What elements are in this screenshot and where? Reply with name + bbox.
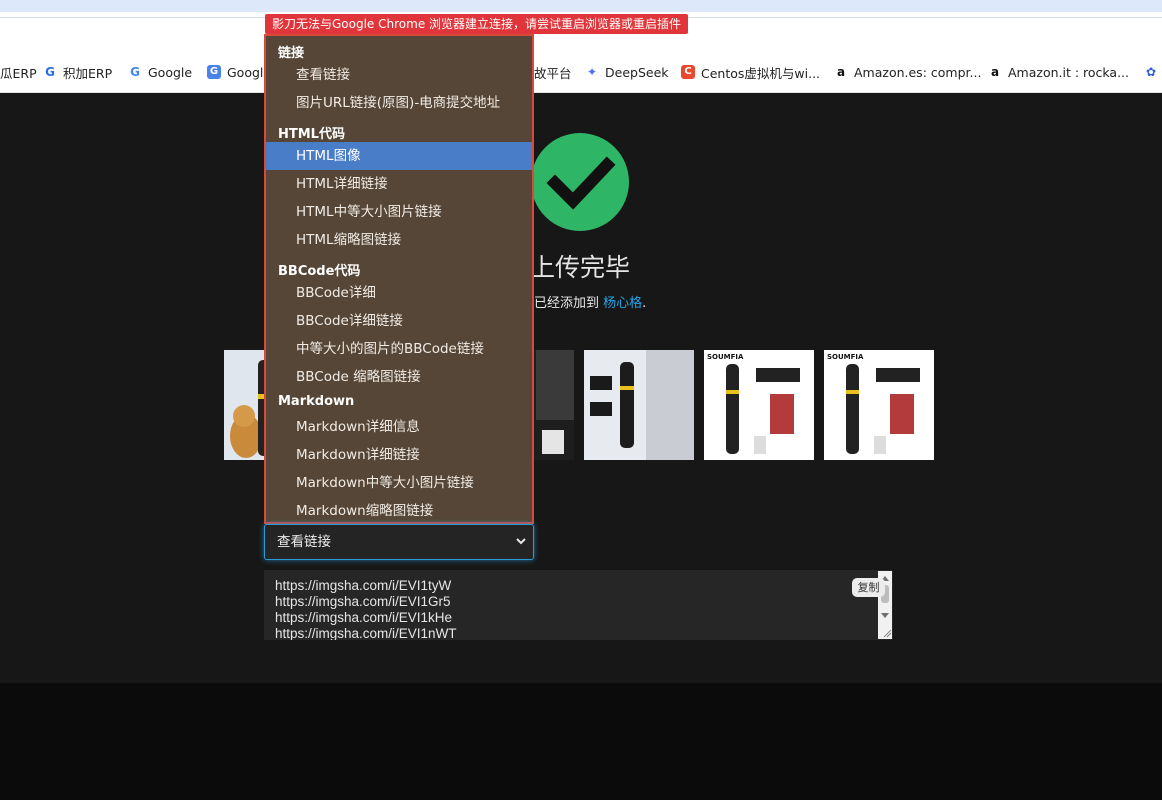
paw-icon: ✿ [1145,65,1157,79]
google-icon: G [130,65,140,79]
bookmark-google[interactable]: G Google [128,63,192,81]
tab-strip-band [0,0,1162,12]
success-check-icon [531,133,629,231]
option-html-full-link[interactable]: HTML详细链接 [266,170,532,198]
bookmark-label: Googl [227,64,264,80]
amazon-icon: a [836,65,846,79]
google-translate-icon: G [207,65,221,79]
bookmark-google-translate[interactable]: G Googl [207,63,263,81]
option-markdown-full[interactable]: Markdown详细信息 [266,413,532,441]
optgroup-links: 链接 [278,46,305,61]
option-html-medium-link[interactable]: HTML中等大小图片链接 [266,198,532,226]
optgroup-markdown: Markdown [278,394,355,409]
option-bbcode-medium-link[interactable]: 中等大小的图片的BBCode链接 [266,335,532,363]
link-line: https://imgsha.com/i/EVI1tyW [275,578,452,593]
option-html-thumb-link[interactable]: HTML缩略图链接 [266,226,532,254]
option-markdown-full-link[interactable]: Markdown详细链接 [266,441,532,469]
bookmark-erp[interactable]: 瓜ERP [0,63,37,81]
thumbnail-brand-label: SOUMFIA [707,353,744,361]
embed-code-select[interactable]: 查看链接 [264,524,534,560]
product-photo-kit [704,350,814,460]
link-line: https://imgsha.com/i/EVI1kHe [275,610,453,625]
bookmark-platform[interactable]: 故平台 [534,63,572,81]
bookmark-label: 故平台 [534,65,572,81]
added-suffix: . [642,296,647,311]
bookmark-label: Amazon.it : rocka... [1008,64,1130,80]
album-link[interactable]: 杨心格 [603,296,642,311]
option-markdown-medium-link[interactable]: Markdown中等大小图片链接 [266,469,532,497]
bookmark-overflow[interactable]: ✿ [1144,63,1162,81]
amazon-icon: a [990,65,1000,79]
link-line: https://imgsha.com/i/EVI1nWT [275,626,457,640]
bookmark-jijia[interactable]: G 积加ERP [43,63,112,81]
option-view-links[interactable]: 查看链接 [266,61,532,89]
centos-icon: C [681,65,695,79]
bookmark-label: Amazon.es: compr... [854,64,982,80]
page-footer-area [0,683,1162,800]
optgroup-html: HTML代码 [278,127,345,142]
bookmark-label: 瓜ERP [0,65,37,81]
deepseek-icon: ✦ [586,65,598,79]
optgroup-bbcode: BBCode代码 [278,264,361,279]
jijia-icon: G [45,65,55,79]
thumbnail-3[interactable] [584,350,694,460]
extension-error-tooltip: 影刀无法与Google Chrome 浏览器建立连接，请尝试重启浏览器或重启插件 [265,14,689,34]
links-textarea[interactable]: https://imgsha.com/i/EVI1tyW https://img… [264,570,893,640]
option-markdown-thumb-link[interactable]: Markdown缩略图链接 [266,497,532,525]
thumbnail-5[interactable]: SOUMFIA [824,350,934,460]
bookmarks-bar: 瓜ERP G 积加ERP G Google G Googl 故平台 ✦ DeepSeek… [0,52,1162,93]
thumbnail-4[interactable]: SOUMFIA [704,350,814,460]
bookmark-centos[interactable]: C Centos虚拟机与wi... [681,63,820,81]
option-html-image[interactable]: HTML图像 [266,142,532,170]
option-bbcode-full-link[interactable]: BBCode详细链接 [266,307,532,335]
bookmark-label: 积加ERP [63,65,113,81]
product-photo-kit [824,350,934,460]
option-image-url-original[interactable]: 图片URL链接(原图)-电商提交地址 [266,89,532,117]
bookmark-amazon-it[interactable]: a Amazon.it : rocka... [988,63,1129,81]
chevron-down-icon [515,525,527,572]
product-photo-laptop [584,350,694,460]
added-prefix: 已经添加到 [534,296,600,311]
bookmark-label: DeepSeek [605,64,669,80]
album-added-message: 已经添加到 杨心格. [534,292,646,311]
bookmark-label: Google [148,64,193,80]
bookmark-amazon-es[interactable]: a Amazon.es: compr... [834,63,982,81]
option-bbcode-thumb-link[interactable]: BBCode 缩略图链接 [266,363,532,391]
link-line: https://imgsha.com/i/EVI1Gr5 [275,594,451,609]
option-bbcode-full[interactable]: BBCode详细 [266,279,532,307]
bookmark-label: Centos虚拟机与wi... [701,65,821,81]
copy-button[interactable]: 复制 [852,578,885,597]
bookmark-deepseek[interactable]: ✦ DeepSeek [585,63,669,81]
select-current-value: 查看链接 [277,534,331,550]
embed-code-dropdown-list[interactable]: 链接 查看链接 图片URL链接(原图)-电商提交地址 HTML代码 HTML图像… [264,34,534,524]
thumbnail-brand-label: SOUMFIA [827,353,864,361]
upload-complete-title: 上传完毕 [530,253,631,282]
